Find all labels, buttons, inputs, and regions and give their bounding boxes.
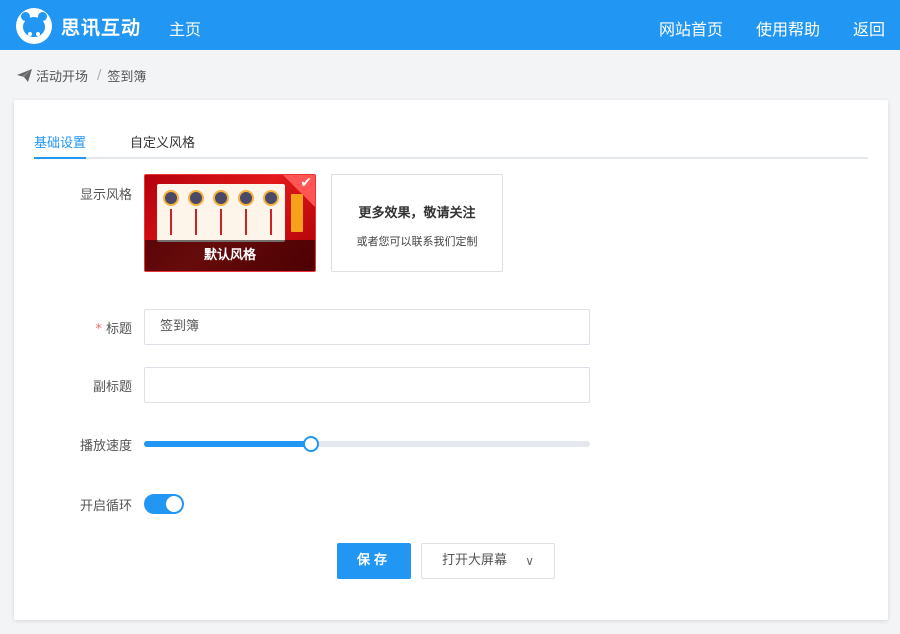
loop-toggle[interactable] bbox=[144, 494, 184, 514]
style-option-default[interactable]: 默认风格 ✔ bbox=[144, 174, 316, 272]
title-label: * 标题 bbox=[95, 322, 132, 337]
chevron-down-icon: ∨ bbox=[525, 554, 534, 568]
tab-custom-style[interactable]: 自定义风格 bbox=[130, 132, 195, 159]
open-big-screen-label: 打开大屏幕 bbox=[442, 553, 508, 568]
breadcrumb-item-activity-opening[interactable]: 活动开场 bbox=[36, 66, 88, 85]
checkmark-icon: ✔ bbox=[300, 175, 312, 191]
settings-card: 基础设置 自定义风格 显示风格 默认风格 ✔ 更多效果，敬请关注 或者您可以联系… bbox=[14, 100, 888, 620]
breadcrumb-separator: / bbox=[97, 68, 102, 83]
more-styles-title: 更多效果，敬请关注 bbox=[358, 206, 476, 221]
speed-slider-fill bbox=[144, 441, 312, 447]
breadcrumb: 活动开场 / 签到簿 bbox=[17, 66, 146, 85]
style-default-caption: 默认风格 bbox=[145, 240, 315, 271]
nav-site-home-link[interactable]: 网站首页 bbox=[659, 16, 723, 40]
nav-right: 网站首页 使用帮助 返回 bbox=[641, 16, 900, 40]
top-bar: 思讯互动 主页 网站首页 使用帮助 返回 bbox=[0, 0, 900, 50]
required-mark: * bbox=[95, 322, 102, 337]
brand-name[interactable]: 思讯互动 bbox=[61, 13, 141, 40]
nav-back-link[interactable]: 返回 bbox=[853, 16, 885, 40]
more-styles-subtitle: 或者您可以联系我们定制 bbox=[356, 235, 478, 248]
speed-slider[interactable] bbox=[144, 436, 590, 452]
title-input[interactable]: 签到簿 bbox=[144, 309, 590, 345]
tab-bar: 基础设置 自定义风格 bbox=[34, 130, 868, 159]
style-option-more: 更多效果，敬请关注 或者您可以联系我们定制 bbox=[331, 174, 503, 272]
speed-slider-handle[interactable] bbox=[303, 436, 320, 452]
save-button[interactable]: 保存 bbox=[337, 543, 411, 579]
subtitle-label: 副标题 bbox=[92, 380, 132, 395]
tab-basic-settings[interactable]: 基础设置 bbox=[34, 132, 87, 159]
loop-toggle-knob bbox=[166, 496, 182, 512]
bear-logo-icon[interactable] bbox=[16, 8, 52, 44]
style-preview-thumbnail bbox=[157, 184, 285, 242]
open-big-screen-button[interactable]: 打开大屏幕 ∨ bbox=[421, 543, 555, 579]
display-style-label: 显示风格 bbox=[79, 188, 132, 203]
paper-plane-icon bbox=[17, 69, 32, 82]
nav-home-link[interactable]: 主页 bbox=[169, 16, 201, 40]
nav-help-link[interactable]: 使用帮助 bbox=[756, 16, 820, 40]
loop-label: 开启循环 bbox=[79, 499, 132, 514]
breadcrumb-item-current: 签到簿 bbox=[107, 70, 147, 85]
subtitle-input[interactable] bbox=[144, 367, 590, 403]
speed-label: 播放速度 bbox=[79, 439, 132, 454]
